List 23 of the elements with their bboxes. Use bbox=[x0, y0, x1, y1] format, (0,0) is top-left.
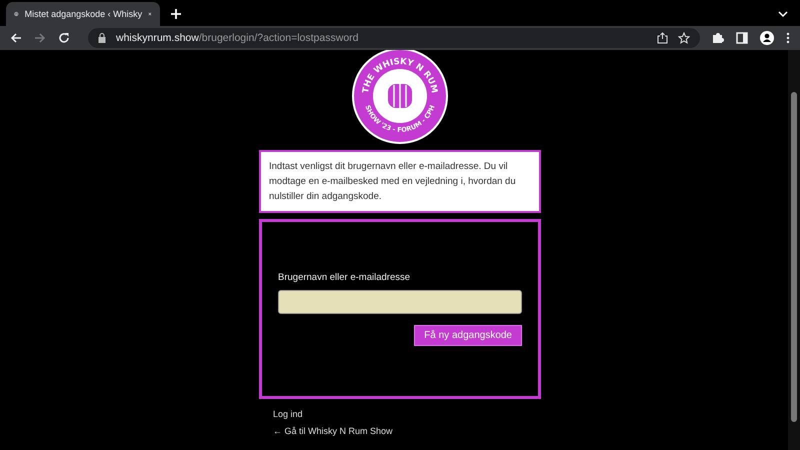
nav-link[interactable]: Log ind bbox=[273, 409, 541, 419]
submit-button[interactable]: Få ny adgangskode bbox=[414, 325, 522, 346]
puzzle-icon[interactable] bbox=[712, 32, 724, 44]
sidebar-icon[interactable] bbox=[736, 32, 748, 44]
new-tab-icon[interactable] bbox=[170, 8, 182, 20]
back-icon[interactable] bbox=[10, 32, 22, 44]
address-bar[interactable]: whiskynrum.show/brugerlogin/?action=lostpassword bbox=[88, 28, 700, 48]
reload-icon[interactable] bbox=[58, 32, 70, 44]
profile-icon[interactable] bbox=[760, 31, 774, 45]
scrollbar-thumb[interactable] bbox=[791, 92, 797, 422]
info-message: Indtast venligst dit brugernavn eller e-mailadresse. Du vil modtage en e-mailbesked med en vejledning i, hvordan du nulstiller din adgangskode. bbox=[259, 150, 541, 213]
star-icon[interactable] bbox=[678, 32, 690, 44]
tab-title: Mistet adgangskode ‹ Whisky bbox=[24, 9, 142, 19]
field-label: Brugernavn eller e-mailadresse bbox=[278, 272, 412, 283]
url-text: whiskynrum.show/brugerlogin/?action=lostpassword bbox=[116, 32, 358, 44]
lock-icon bbox=[98, 33, 106, 43]
chevron-down-icon[interactable] bbox=[778, 10, 788, 18]
menu-icon[interactable] bbox=[786, 32, 790, 44]
share-icon[interactable] bbox=[657, 32, 668, 44]
username-field[interactable] bbox=[278, 290, 522, 314]
nav-link[interactable]: ← Gå til Whisky N Rum Show bbox=[273, 426, 541, 436]
browser-tab[interactable]: Mistet adgangskode ‹ Whisky bbox=[6, 2, 160, 26]
forward-icon[interactable] bbox=[34, 32, 46, 44]
